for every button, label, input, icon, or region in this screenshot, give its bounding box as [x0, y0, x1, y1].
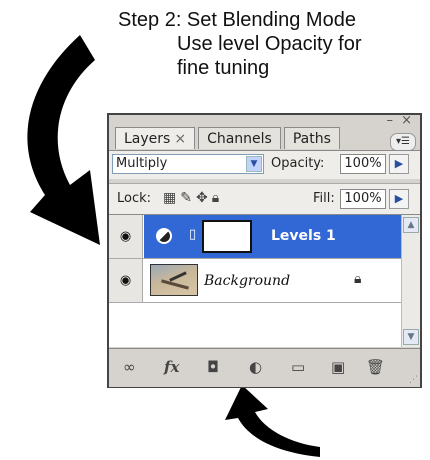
lock-label: Lock: — [117, 191, 152, 206]
opacity-input[interactable]: 100% — [340, 154, 386, 174]
visibility-eye-icon[interactable]: ◉ — [109, 215, 143, 258]
blend-mode-select[interactable]: Multiply ▼ — [112, 154, 264, 174]
fill-label: Fill: — [313, 191, 335, 206]
adjustment-layer-icon[interactable]: ◐ — [249, 358, 262, 376]
instruction-line-2: Use level Opacity for — [177, 33, 362, 55]
layer-name[interactable]: Background — [204, 273, 290, 289]
panel-menu-icon[interactable]: ▾☰ — [390, 133, 416, 151]
layers-scrollbar[interactable]: ▲ ▼ — [401, 215, 420, 347]
layer-lock-icon: 🔒︎ — [354, 271, 362, 287]
tab-channels[interactable]: Channels — [198, 127, 281, 149]
resize-grip-icon[interactable]: ⋰ — [409, 375, 418, 385]
tab-channels-label: Channels — [207, 131, 272, 147]
layer-row-body[interactable]: ▯ Levels 1 — [144, 215, 401, 258]
tab-layers[interactable]: Layers × — [115, 127, 196, 149]
lock-fill-row: Lock: ▦✎✥🔒︎ Fill: 100% ▶ — [109, 183, 420, 215]
layer-mask-icon[interactable]: ◘ — [207, 358, 219, 376]
lock-position-icon[interactable]: ✥ — [196, 190, 212, 206]
window-controls[interactable]: – × — [386, 113, 414, 128]
visibility-eye-icon[interactable]: ◉ — [109, 259, 143, 302]
layer-thumbnail — [150, 264, 198, 296]
chevron-down-icon[interactable]: ▼ — [246, 156, 262, 172]
lock-all-icon[interactable]: 🔒︎ — [212, 190, 223, 206]
fx-icon[interactable]: fx — [164, 358, 179, 376]
lock-paint-icon[interactable]: ✎ — [180, 190, 196, 206]
tab-layers-label: Layers — [124, 131, 171, 147]
lock-transparency-icon[interactable]: ▦ — [163, 190, 180, 206]
lock-options: ▦✎✥🔒︎ — [163, 190, 223, 206]
curved-arrow-adjustment-icon — [225, 385, 320, 457]
scroll-up-icon[interactable]: ▲ — [403, 217, 419, 233]
layer-mask-thumbnail[interactable] — [202, 220, 252, 253]
opacity-slider-arrow-icon[interactable]: ▶ — [389, 154, 409, 174]
group-folder-icon[interactable]: ▭ — [291, 358, 305, 376]
panel-tabs: Layers × Channels Paths — [115, 127, 343, 151]
blend-mode-value: Multiply — [116, 156, 168, 171]
instruction-line-3: fine tuning — [177, 57, 270, 79]
layers-list: ◉ ▯ Levels 1 ◉ Background 🔒︎ — [109, 215, 401, 347]
new-layer-icon[interactable]: ▣ — [331, 358, 345, 376]
opacity-label: Opacity: — [271, 156, 325, 171]
fill-input[interactable]: 100% — [340, 189, 386, 209]
scroll-down-icon[interactable]: ▼ — [403, 329, 419, 345]
adjustment-layer-icon — [156, 228, 172, 244]
instruction-line-1: Step 2: Set Blending Mode — [118, 9, 356, 31]
panel-bottom-toolbar: ∞ fx ◘ ◐ ▭ ▣ 🗑︎ ⋰ — [109, 348, 420, 387]
layer-background[interactable]: ◉ Background 🔒︎ — [109, 259, 401, 303]
link-chain-icon[interactable]: ▯ — [189, 227, 196, 242]
layer-name[interactable]: Levels 1 — [271, 228, 336, 244]
layer-row-body[interactable]: Background 🔒︎ — [144, 259, 401, 302]
layers-panel: – × Layers × Channels Paths ▾☰ Multiply ▼… — [107, 113, 422, 388]
tab-paths-label: Paths — [292, 131, 331, 147]
link-layers-icon[interactable]: ∞ — [123, 358, 136, 376]
layer-levels-1[interactable]: ◉ ▯ Levels 1 — [109, 215, 401, 259]
instruction-text: Step 2: Set Blending Mode Use level Opac… — [118, 8, 362, 80]
close-icon[interactable]: × — [174, 131, 186, 147]
trash-icon[interactable]: 🗑︎ — [366, 358, 385, 376]
fill-slider-arrow-icon[interactable]: ▶ — [389, 189, 409, 209]
blend-opacity-row: Multiply ▼ Opacity: 100% ▶ — [109, 150, 420, 179]
tab-paths[interactable]: Paths — [283, 127, 340, 149]
